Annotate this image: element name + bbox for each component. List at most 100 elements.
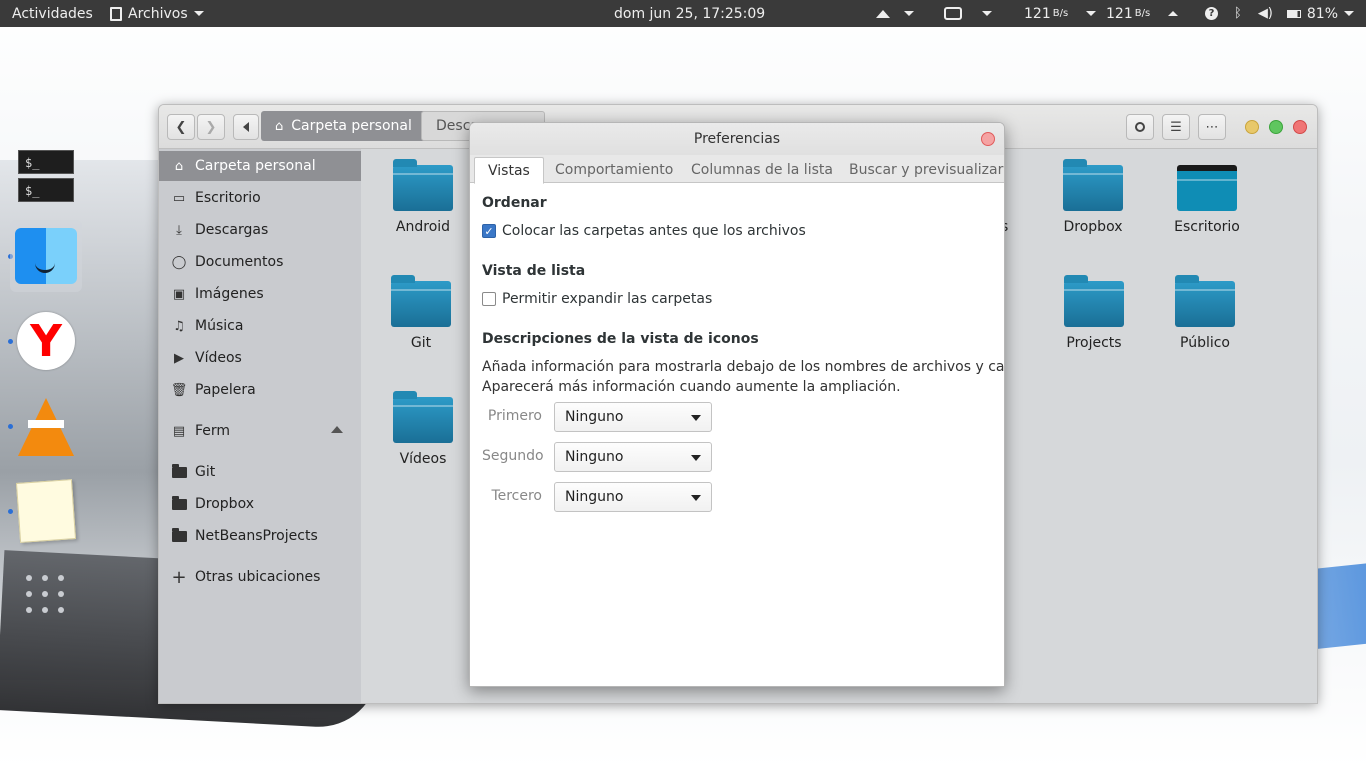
caption-label: Tercero [491,488,542,504]
eject-icon [876,9,890,18]
chevron-left-icon: ❮ [175,119,187,135]
sidebar: ⌂ Carpeta personal ▭ Escritorio ⤓ Descargas… [159,149,361,703]
chevron-down-icon [691,455,701,461]
eject-icon[interactable] [331,426,343,433]
caption-row-second: Segundo Ninguno [482,442,722,472]
dock-yandex-browser[interactable]: Y [10,305,82,377]
section-heading: Vista de lista [482,263,586,279]
minimize-button[interactable] [1245,120,1259,134]
list-icon: ☰ [1170,119,1182,135]
sidebar-item-git[interactable]: Git [159,457,361,487]
more-icon: ⋯ [1205,119,1219,135]
forward-button[interactable]: ❯ [197,114,225,140]
camera-icon [944,7,962,20]
home-icon: ⌂ [174,158,184,174]
file-item[interactable]: Dropbox [1043,159,1143,235]
sidebar-item-dropbox[interactable]: Dropbox [159,489,361,519]
path-left-button[interactable] [233,114,259,140]
arrow-down-icon [1086,11,1097,16]
app-menu[interactable]: Archivos [110,0,204,27]
tab-vistas[interactable]: Vistas [474,157,544,184]
search-button[interactable] [1126,114,1154,140]
net-speed-down: 121 B/s [1024,0,1097,27]
close-button[interactable] [1293,120,1307,134]
activities-button[interactable]: Actividades [12,0,93,27]
sidebar-item-home[interactable]: ⌂ Carpeta personal [159,151,361,181]
folder-icon [1064,275,1124,327]
search-icon [1135,122,1145,132]
home-icon: ⌂ [275,118,284,134]
folder-icon [1063,159,1123,211]
expand-folders-checkbox[interactable]: Permitir expandir las carpetas [482,291,712,307]
tab-bar: Vistas Comportamiento Columnas de la lis… [470,155,1004,184]
battery-icon [1286,9,1301,18]
section-heading: Descripciones de la vista de iconos [482,331,759,347]
drive-icon: ▤ [172,423,186,439]
show-apps-icon[interactable] [26,575,68,617]
file-item[interactable]: Vídeos [373,391,473,467]
clock[interactable]: dom jun 25, 17:25:09 [614,0,765,27]
folder-icon [171,495,187,512]
top-bar: Actividades Archivos dom jun 25, 17:25:0… [0,0,1366,27]
dock-vlc[interactable] [10,391,82,463]
dock-notes[interactable] [10,475,82,547]
sidebar-item-images[interactable]: ▣ Imágenes [159,279,361,309]
sidebar-item-documents[interactable]: ◯ Documentos [159,247,361,277]
volume-icon: ◀) [1257,6,1273,21]
folder-icon [1175,275,1235,327]
section-heading: Ordenar [482,195,547,211]
system-menu[interactable]: ? ᛒ ◀) 81% [1205,0,1355,27]
file-item[interactable]: Projects [1044,275,1144,351]
tab-comportamiento[interactable]: Comportamiento [542,157,686,183]
sidebar-item-netbeansprojects[interactable]: NetBeansProjects [159,521,361,551]
file-item[interactable]: Público [1155,275,1255,351]
dock-terminal[interactable]: $_ $_ [10,140,82,212]
checkbox-unchecked-icon [482,292,496,306]
description-text: Añada información para mostrarla debajo … [482,359,1005,375]
sidebar-item-music[interactable]: ♫ Música [159,311,361,341]
back-button[interactable]: ❮ [167,114,195,140]
sidebar-item-downloads[interactable]: ⤓ Descargas [159,215,361,245]
menu-button[interactable]: ⋯ [1198,114,1226,140]
document-icon: ◯ [171,254,187,270]
sidebar-item-trash[interactable]: 🗑 Papelera [159,375,361,405]
caption-select-first[interactable]: Ninguno [554,402,712,432]
trash-icon: 🗑 [170,382,188,398]
sidebar-item-desktop[interactable]: ▭ Escritorio [159,183,361,213]
chevron-down-icon [193,11,204,16]
checkbox-checked-icon: ✓ [482,224,496,238]
maximize-button[interactable] [1269,120,1283,134]
sidebar-item-ferm[interactable]: ▤ Ferm [159,416,361,446]
screenshot-menu[interactable] [944,0,992,27]
help-icon: ? [1205,7,1218,20]
tab-buscar[interactable]: Buscar y previsualizar [836,157,1004,183]
download-icon: ⤓ [176,222,182,238]
tab-columnas[interactable]: Columnas de la lista [678,157,846,183]
file-item[interactable]: Android [373,159,473,235]
dialog-close-button[interactable] [981,132,995,146]
caption-select-third[interactable]: Ninguno [554,482,712,512]
arrow-up-icon [1168,11,1179,16]
vlc-icon [18,398,74,456]
plus-icon: + [171,566,187,588]
view-list-button[interactable]: ☰ [1162,114,1190,140]
folder-icon [393,391,453,443]
sidebar-item-videos[interactable]: ▶ Vídeos [159,343,361,373]
caption-row-third: Tercero Ninguno [482,482,722,512]
breadcrumb-home[interactable]: ⌂ Carpeta personal [261,111,426,141]
file-item[interactable]: Git [371,275,471,351]
caption-select-second[interactable]: Ninguno [554,442,712,472]
chevron-down-icon [691,415,701,421]
file-item[interactable]: Escritorio [1157,165,1257,235]
bluetooth-icon: ᛒ [1234,6,1242,21]
chevron-down-icon [982,11,992,16]
dock-finder[interactable] [10,220,82,292]
description-text: Aparecerá más información cuando aumente… [482,379,901,395]
sidebar-item-other-locations[interactable]: + Otras ubicaciones [159,562,361,592]
folder-icon [393,159,453,211]
music-icon: ♫ [173,318,185,334]
net-speed-up: 121 B/s [1106,0,1179,27]
folders-first-checkbox[interactable]: ✓ Colocar las carpetas antes que los arc… [482,223,806,239]
eject-menu[interactable] [876,0,914,27]
desktop-icon: ▭ [172,190,186,206]
